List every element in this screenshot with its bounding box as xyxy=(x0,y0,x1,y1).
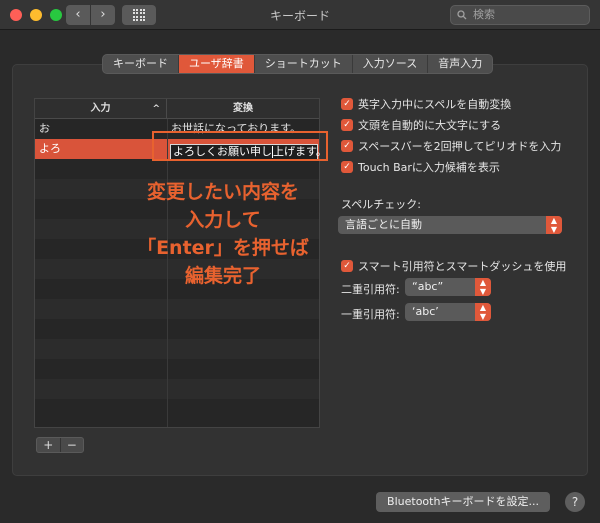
tab-user-dictionary[interactable]: ユーザ辞書 xyxy=(179,55,255,73)
table-row-empty xyxy=(35,399,319,419)
tab-input-sources[interactable]: 入力ソース xyxy=(353,55,429,73)
single-quote-popup[interactable]: ‘abc’ ▲ ▼ xyxy=(405,303,491,321)
search-placeholder: 検索 xyxy=(473,8,495,21)
annotation-line: 入力して xyxy=(185,209,261,231)
table-row-empty xyxy=(35,299,319,319)
search-field[interactable]: 検索 xyxy=(450,5,590,25)
tab-bar: キーボード ユーザ辞書 ショートカット 入力ソース 音声入力 xyxy=(102,54,494,74)
option-double-space-period[interactable]: ✓ スペースバーを2回押してピリオドを入力 xyxy=(341,138,561,154)
annotation-line: 編集完了 xyxy=(184,265,261,287)
option-label: 英字入力中にスペルを自動変換 xyxy=(358,98,512,111)
checkbox-checked-icon[interactable]: ✓ xyxy=(341,119,353,131)
checkbox-checked-icon[interactable]: ✓ xyxy=(341,161,353,173)
setup-bluetooth-keyboard-button[interactable]: Bluetoothキーボードを設定... xyxy=(376,492,550,512)
title-bar: ‹ › キーボード 検索 xyxy=(0,0,600,30)
annotation-text: 変更したい内容を 入力して 「Enter」を押せば 編集完了 xyxy=(108,178,338,290)
popup-chevron-icon: ▲ ▼ xyxy=(546,216,562,234)
annotation-highlight-box xyxy=(152,131,328,161)
spellcheck-label: スペルチェック: xyxy=(341,198,421,211)
table-row-empty xyxy=(35,339,319,359)
spellcheck-popup[interactable]: 言語ごとに自動 ▲ ▼ xyxy=(338,216,562,234)
double-quote-popup[interactable]: “abc” ▲ ▼ xyxy=(405,278,491,296)
popup-chevron-icon: ▲ ▼ xyxy=(475,278,491,296)
double-quote-value: “abc” xyxy=(412,280,444,293)
checkbox-checked-icon[interactable]: ✓ xyxy=(341,140,353,152)
table-header: 入力 ^ 変換 xyxy=(35,99,319,119)
add-remove-control: + − xyxy=(36,437,84,453)
annotation-line: 変更したい内容を xyxy=(146,181,299,203)
cell-input: お xyxy=(39,122,50,135)
table-row-empty xyxy=(35,159,319,179)
popup-chevron-icon: ▲ ▼ xyxy=(475,303,491,321)
tab-keyboard[interactable]: キーボード xyxy=(103,55,179,73)
tab-dictation[interactable]: 音声入力 xyxy=(428,55,492,73)
option-label: Touch Barに入力候補を表示 xyxy=(358,161,500,174)
column-header-conversion[interactable]: 変換 xyxy=(167,99,319,118)
option-label: 文頭を自動的に大文字にする xyxy=(358,119,502,132)
option-label: スマート引用符とスマートダッシュを使用 xyxy=(358,260,567,273)
annotation-line: 「Enter」を押せば xyxy=(137,237,309,259)
option-label: スペースバーを2回押してピリオドを入力 xyxy=(358,140,562,153)
column-header-input[interactable]: 入力 ^ xyxy=(35,99,167,118)
cell-input: よろ xyxy=(39,142,61,155)
checkbox-checked-icon[interactable]: ✓ xyxy=(341,98,353,110)
table-row-empty xyxy=(35,379,319,399)
remove-entry-button[interactable]: − xyxy=(61,438,84,452)
option-touchbar-suggestions[interactable]: ✓ Touch Barに入力候補を表示 xyxy=(341,159,500,175)
checkbox-checked-icon[interactable]: ✓ xyxy=(341,260,353,272)
single-quote-label: 一重引用符: xyxy=(341,308,400,321)
sort-ascending-icon: ^ xyxy=(152,104,160,114)
table-row-empty xyxy=(35,319,319,339)
double-quote-label: 二重引用符: xyxy=(341,283,400,296)
option-auto-capitalize[interactable]: ✓ 文頭を自動的に大文字にする xyxy=(341,117,501,133)
single-quote-value: ‘abc’ xyxy=(412,305,439,318)
tab-shortcuts[interactable]: ショートカット xyxy=(255,55,353,73)
table-row-empty xyxy=(35,359,319,379)
help-button[interactable]: ? xyxy=(565,492,585,512)
option-auto-correct-spelling[interactable]: ✓ 英字入力中にスペルを自動変換 xyxy=(341,96,511,112)
spellcheck-value: 言語ごとに自動 xyxy=(345,218,422,231)
column-header-input-label: 入力 xyxy=(90,103,111,114)
search-icon xyxy=(457,10,467,20)
option-smart-quotes[interactable]: ✓ スマート引用符とスマートダッシュを使用 xyxy=(341,258,566,274)
add-entry-button[interactable]: + xyxy=(37,438,61,452)
